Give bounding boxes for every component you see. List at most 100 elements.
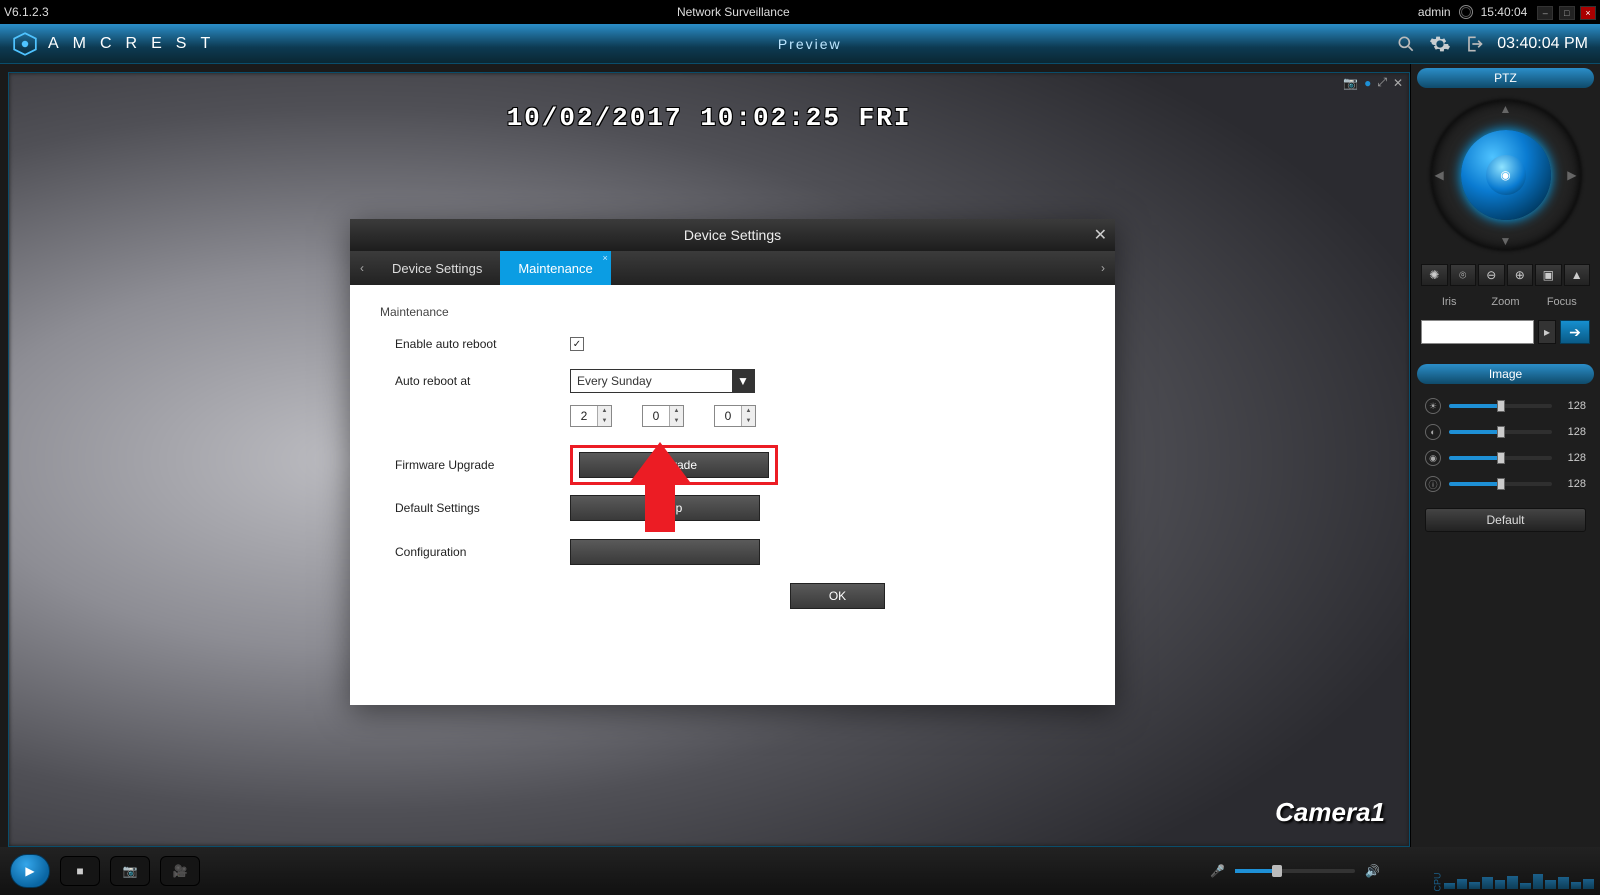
ok-button[interactable]: OK: [790, 583, 885, 609]
header-section-label[interactable]: Preview: [224, 36, 1395, 52]
brightness-row: ☀ 128: [1425, 398, 1586, 414]
minimize-button[interactable]: –: [1537, 6, 1553, 20]
chevron-down-icon: ▼: [732, 370, 754, 392]
header-clock: 03:40:04 PM: [1497, 35, 1588, 53]
hour-spinner[interactable]: 2▲▼: [570, 405, 612, 427]
gamma-row: ⓘ 128: [1425, 476, 1586, 492]
contrast-icon: ◐: [1425, 424, 1441, 440]
video-toolbar: 📷 ● ⤢ ✕: [1343, 75, 1403, 90]
snapshot-button[interactable]: 📷: [110, 856, 150, 886]
brightness-icon: ☀: [1425, 398, 1441, 414]
saturation-row: ◉ 128: [1425, 450, 1586, 466]
ptz-button-grid: ✺ ⌾ ⊖ ⊕ ▣ ▲: [1421, 264, 1590, 286]
ptz-center-icon[interactable]: ◉: [1486, 155, 1526, 195]
tab-maintenance-close-icon[interactable]: ×: [603, 253, 608, 263]
logout-icon[interactable]: [1463, 33, 1485, 55]
minute-value: 0: [643, 409, 669, 423]
ptz-down-icon[interactable]: ▼: [1500, 234, 1512, 248]
saturation-value: 128: [1560, 452, 1586, 464]
preset-go-button[interactable]: ➔: [1560, 320, 1590, 344]
brand: AMCREST: [12, 31, 224, 57]
bottom-bar: ▶ ■ 📷 🎥 🎤 🔊 CPU: [0, 847, 1600, 895]
ptz-control-wheel[interactable]: ◉ ▲ ▼ ▶ ◀: [1431, 100, 1581, 250]
contrast-row: ◐ 128: [1425, 424, 1586, 440]
user-label: admin: [1418, 5, 1451, 19]
volume-slider[interactable]: [1235, 869, 1355, 873]
dialog-tabs: ‹ Device Settings Maintenance × ›: [350, 251, 1115, 285]
ptz-left-icon[interactable]: ◀: [1435, 168, 1444, 182]
app-version: V6.1.2.3: [4, 5, 49, 19]
mic-icon[interactable]: 🎤: [1210, 864, 1225, 878]
window-buttons: – □ ×: [1535, 5, 1596, 20]
volume-control: 🎤 🔊: [1210, 864, 1380, 878]
focus-label: Focus: [1534, 296, 1590, 308]
ptz-right-icon[interactable]: ▶: [1567, 168, 1576, 182]
system-clock: 15:40:04: [1481, 5, 1528, 19]
tab-maintenance[interactable]: Maintenance ×: [500, 251, 610, 285]
tab-maintenance-label: Maintenance: [518, 261, 592, 276]
upgrade-button[interactable]: Upgrade: [579, 452, 769, 478]
maximize-button[interactable]: □: [1559, 6, 1575, 20]
focus-near-button[interactable]: ▣: [1535, 264, 1562, 286]
record-button[interactable]: 🎥: [160, 856, 200, 886]
tabs-next-button[interactable]: ›: [1091, 251, 1115, 285]
brand-logo-icon: [12, 31, 38, 57]
dialog-close-button[interactable]: ✕: [1094, 225, 1107, 245]
auto-reboot-schedule-select[interactable]: Every Sunday ▼: [570, 369, 755, 393]
main-area: 📷 ● ⤢ ✕ 10/02/2017 10:02:25 FRI Camera1 …: [0, 64, 1600, 847]
dialog-titlebar: Device Settings ✕: [350, 219, 1115, 251]
auto-reboot-schedule-value: Every Sunday: [571, 374, 732, 388]
iris-close-button[interactable]: ⌾: [1450, 264, 1477, 286]
stop-button[interactable]: ■: [60, 856, 100, 886]
ptz-up-icon[interactable]: ▲: [1500, 102, 1512, 116]
osd-timestamp: 10/02/2017 10:02:25 FRI: [9, 103, 1409, 133]
play-button[interactable]: ▶: [10, 854, 50, 888]
contrast-slider[interactable]: [1449, 430, 1552, 434]
second-value: 0: [715, 409, 741, 423]
search-icon[interactable]: [1395, 33, 1417, 55]
osd-camera-label: Camera1: [1275, 797, 1385, 828]
enable-auto-reboot-checkbox[interactable]: ✓: [570, 337, 584, 351]
speaker-icon[interactable]: 🔊: [1365, 864, 1380, 878]
close-button[interactable]: ×: [1580, 6, 1596, 20]
ptz-button-labels: Iris Zoom Focus: [1421, 296, 1590, 308]
preset-input[interactable]: [1421, 320, 1534, 344]
ptz-panel-header: PTZ: [1417, 68, 1594, 88]
window-titlebar: V6.1.2.3 Network Surveillance admin 15:4…: [0, 0, 1600, 24]
brightness-slider[interactable]: [1449, 404, 1552, 408]
gear-icon[interactable]: [1429, 33, 1451, 55]
tab-device-settings[interactable]: Device Settings: [374, 251, 500, 285]
globe-icon[interactable]: [1459, 5, 1473, 19]
maintenance-section-title: Maintenance: [380, 305, 1085, 319]
image-default-button[interactable]: Default: [1425, 508, 1586, 532]
dialog-body: Maintenance Enable auto reboot ✓ Auto re…: [350, 285, 1115, 705]
focus-far-button[interactable]: ▲: [1564, 264, 1591, 286]
default-settings-button[interactable]: Set up: [570, 495, 760, 521]
contrast-value: 128: [1560, 426, 1586, 438]
default-settings-label: Default Settings: [395, 501, 570, 515]
cpu-label: CPU: [1433, 872, 1443, 891]
configuration-button[interactable]: [570, 539, 760, 565]
image-sliders: ☀ 128 ◐ 128 ◉ 128 ⓘ 128: [1425, 398, 1586, 492]
tabs-prev-button[interactable]: ‹: [350, 251, 374, 285]
minute-spinner[interactable]: 0▲▼: [642, 405, 684, 427]
gamma-slider[interactable]: [1449, 482, 1552, 486]
zoom-in-button[interactable]: ⊕: [1507, 264, 1534, 286]
saturation-icon: ◉: [1425, 450, 1441, 466]
snapshot-icon[interactable]: 📷: [1343, 76, 1358, 90]
preset-row: ▸ ➔: [1421, 320, 1590, 344]
zoom-out-button[interactable]: ⊖: [1478, 264, 1505, 286]
firmware-upgrade-label: Firmware Upgrade: [395, 458, 570, 472]
preset-step-button[interactable]: ▸: [1538, 320, 1556, 344]
zoom-label: Zoom: [1477, 296, 1533, 308]
cpu-meter: CPU: [1444, 859, 1594, 889]
record-dot-icon[interactable]: ●: [1364, 76, 1371, 90]
configuration-label: Configuration: [395, 545, 570, 559]
iris-open-button[interactable]: ✺: [1421, 264, 1448, 286]
second-spinner[interactable]: 0▲▼: [714, 405, 756, 427]
upgrade-highlight-box: Upgrade: [570, 445, 778, 485]
close-view-icon[interactable]: ✕: [1393, 76, 1403, 90]
saturation-slider[interactable]: [1449, 456, 1552, 460]
zoom-icon[interactable]: ⤢: [1377, 75, 1387, 90]
hour-value: 2: [571, 409, 597, 423]
